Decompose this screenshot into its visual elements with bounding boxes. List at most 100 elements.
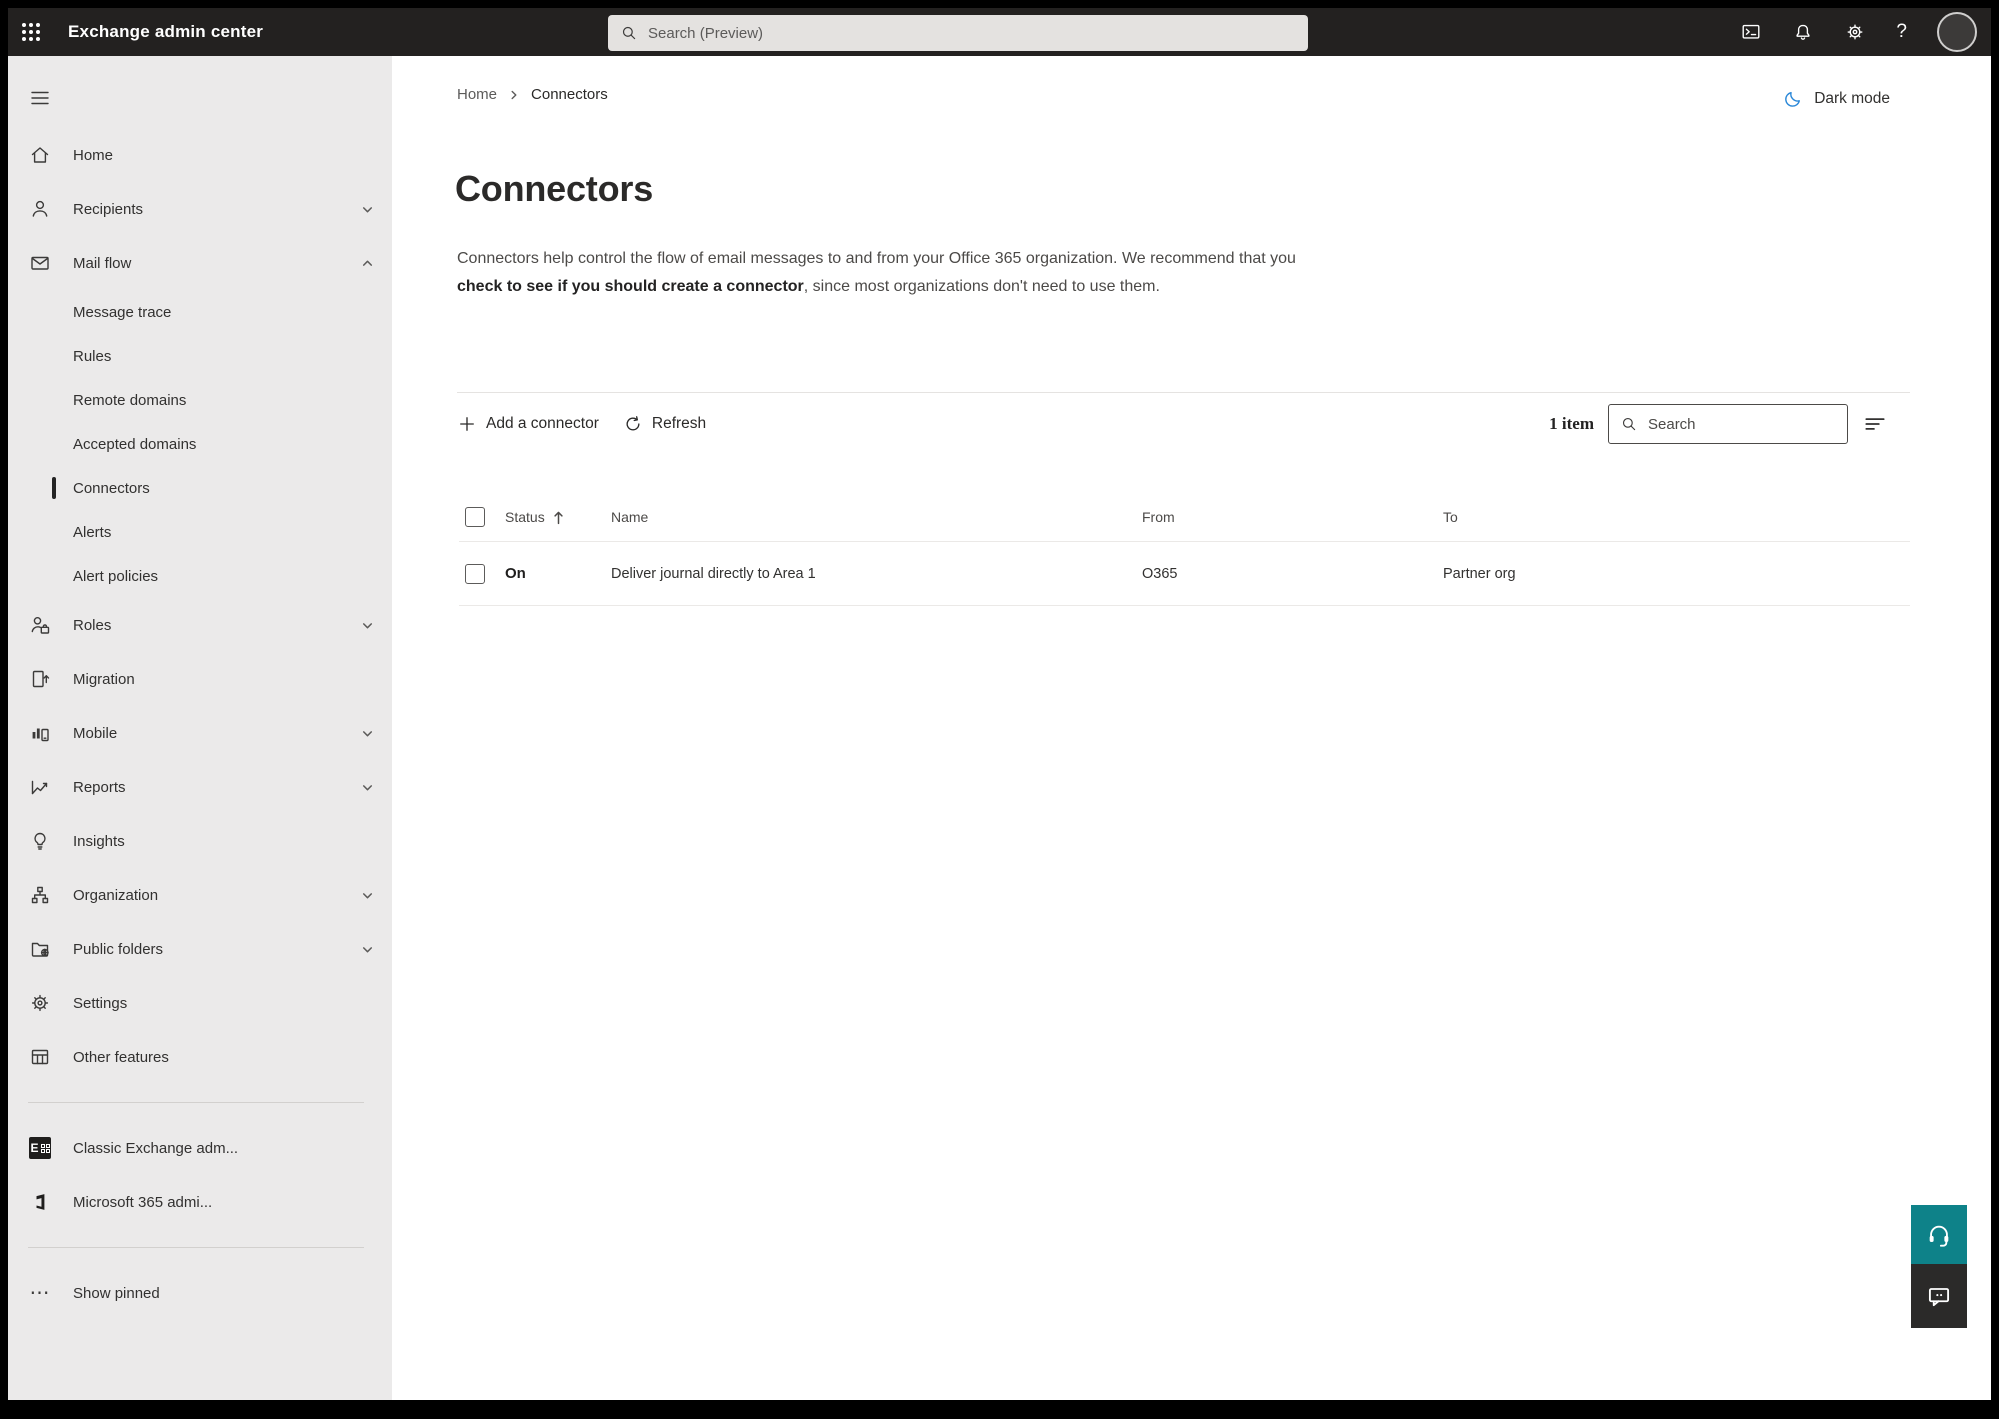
list-search-box[interactable] (1608, 404, 1848, 444)
feedback-button[interactable] (1911, 1264, 1967, 1328)
create-connector-check-link[interactable]: check to see if you should create a conn… (457, 278, 804, 295)
list-search-input[interactable] (1648, 415, 1836, 433)
sidebar-item-settings[interactable]: Settings (8, 976, 392, 1030)
help-button[interactable]: ? (1896, 21, 1907, 43)
dark-mode-label: Dark mode (1814, 89, 1890, 107)
document-arrow-icon (28, 667, 52, 691)
app-title: Exchange admin center (68, 22, 264, 41)
sidebar-item-microsoft-365-admin[interactable]: Microsoft 365 admi... (8, 1175, 392, 1229)
page-description: Connectors help control the flow of emai… (457, 245, 1337, 301)
sidebar-item-insights[interactable]: Insights (8, 814, 392, 868)
sidebar-item-recipients[interactable]: Recipients (8, 182, 392, 236)
exchange-admin-center: { "colors": { "teal_accent": "#0e8289", … (0, 0, 1999, 1419)
row-from: O365 (1142, 565, 1178, 582)
sidebar-item-connectors[interactable]: Connectors (8, 466, 392, 510)
sidebar-item-roles[interactable]: Roles (8, 598, 392, 652)
sidebar-item-mail-flow[interactable]: Mail flow (8, 236, 392, 290)
sidebar-divider (28, 1102, 364, 1103)
sidebar-item-alert-policies[interactable]: Alert policies (8, 554, 392, 598)
sidebar-item-alerts[interactable]: Alerts (8, 510, 392, 554)
table-row[interactable]: On Deliver journal directly to Area 1 O3… (459, 542, 1910, 606)
column-header-from: From (1142, 509, 1175, 525)
notifications-button[interactable] (1792, 21, 1814, 43)
breadcrumb: Home Connectors (457, 86, 608, 103)
chevron-up-icon (361, 257, 374, 270)
filter-button[interactable] (1862, 411, 1888, 437)
sidebar-item-show-pinned[interactable]: ⋯ Show pinned (8, 1266, 392, 1320)
sidebar-item-classic-exchange-admin[interactable]: E Classic Exchange adm... (8, 1121, 392, 1175)
topbar-actions: ? (1740, 8, 1977, 56)
sidebar-item-public-folders[interactable]: Public folders (8, 922, 392, 976)
home-icon (28, 143, 52, 167)
chevron-down-icon (361, 727, 374, 740)
sidebar-item-message-trace[interactable]: Message trace (8, 290, 392, 334)
add-connector-label: Add a connector (486, 415, 599, 432)
person-icon (28, 197, 52, 221)
support-button[interactable] (1911, 1205, 1967, 1264)
app-launcher-button[interactable] (8, 8, 54, 56)
command-bar: Add a connector Refresh (457, 401, 706, 447)
chevron-down-icon (361, 619, 374, 632)
column-header-name: Name (611, 509, 649, 525)
folder-globe-icon (28, 937, 52, 961)
sidebar-item-organization[interactable]: Organization (8, 868, 392, 922)
nav-collapse-button[interactable] (28, 86, 52, 115)
floating-buttons (1911, 1205, 1967, 1328)
main-content: Home Connectors Dark mode Connectors Con… (392, 56, 1991, 1400)
sidebar-item-mobile[interactable]: Mobile (8, 706, 392, 760)
search-icon (622, 26, 636, 40)
select-all-checkbox[interactable] (465, 507, 485, 527)
mobile-stats-icon (28, 721, 52, 745)
hamburger-icon (31, 91, 49, 105)
chevron-down-icon (361, 781, 374, 794)
refresh-label: Refresh (651, 415, 707, 432)
sidebar-item-accepted-domains[interactable]: Accepted domains (8, 422, 392, 466)
item-count: 1 item (1549, 414, 1594, 433)
chevron-down-icon (361, 889, 374, 902)
sidebar-item-migration[interactable]: Migration (8, 652, 392, 706)
org-chart-icon (28, 883, 52, 907)
dark-mode-toggle[interactable]: Dark mode (1783, 88, 1890, 109)
filter-icon (1865, 418, 1885, 430)
table-grid-icon (28, 1045, 52, 1069)
moon-icon (1785, 91, 1801, 107)
toolbar-divider (457, 392, 1910, 393)
sidebar-item-rules[interactable]: Rules (8, 334, 392, 378)
sidebar-item-reports[interactable]: Reports (8, 760, 392, 814)
row-name[interactable]: Deliver journal directly to Area 1 (611, 566, 1142, 582)
settings-gear-button[interactable] (1844, 21, 1866, 43)
cloud-shell-button[interactable] (1740, 21, 1762, 43)
column-header-status[interactable]: Status (505, 509, 611, 525)
row-status: On (505, 565, 526, 582)
left-nav: Home Recipients Mail flow Message trace … (8, 56, 392, 1400)
line-chart-icon (28, 775, 52, 799)
terminal-icon (1742, 24, 1760, 39)
list-tools: 1 item (1549, 401, 1888, 447)
global-search-box[interactable] (608, 15, 1308, 51)
global-search-input[interactable] (648, 24, 1296, 42)
chevron-down-icon (361, 203, 374, 216)
sidebar-divider (28, 1247, 364, 1248)
connectors-table: Status Name From To On Deliver journal d… (459, 493, 1910, 606)
add-connector-button[interactable]: Add a connector (457, 414, 599, 434)
app-window: Exchange admin center ? (8, 8, 1991, 1400)
search-icon (1622, 417, 1636, 431)
microsoft-365-icon (28, 1190, 52, 1214)
table-header-row: Status Name From To (459, 493, 1910, 542)
status-header-label: Status (505, 509, 545, 525)
bell-icon (1796, 24, 1810, 40)
account-avatar[interactable] (1937, 12, 1977, 52)
column-header-to: To (1443, 509, 1458, 525)
row-checkbox[interactable] (465, 563, 485, 584)
breadcrumb-home-link[interactable]: Home (457, 86, 497, 103)
breadcrumb-current: Connectors (531, 86, 608, 103)
chevron-right-icon (508, 89, 520, 101)
row-to: Partner org (1443, 565, 1516, 582)
body-row: Home Recipients Mail flow Message trace … (8, 56, 1991, 1400)
description-text: Connectors help control the flow of emai… (457, 250, 1296, 267)
sidebar-item-other-features[interactable]: Other features (8, 1030, 392, 1084)
sidebar-item-remote-domains[interactable]: Remote domains (8, 378, 392, 422)
chevron-down-icon (361, 943, 374, 956)
sidebar-item-home[interactable]: Home (8, 128, 392, 182)
refresh-button[interactable]: Refresh (623, 414, 706, 434)
